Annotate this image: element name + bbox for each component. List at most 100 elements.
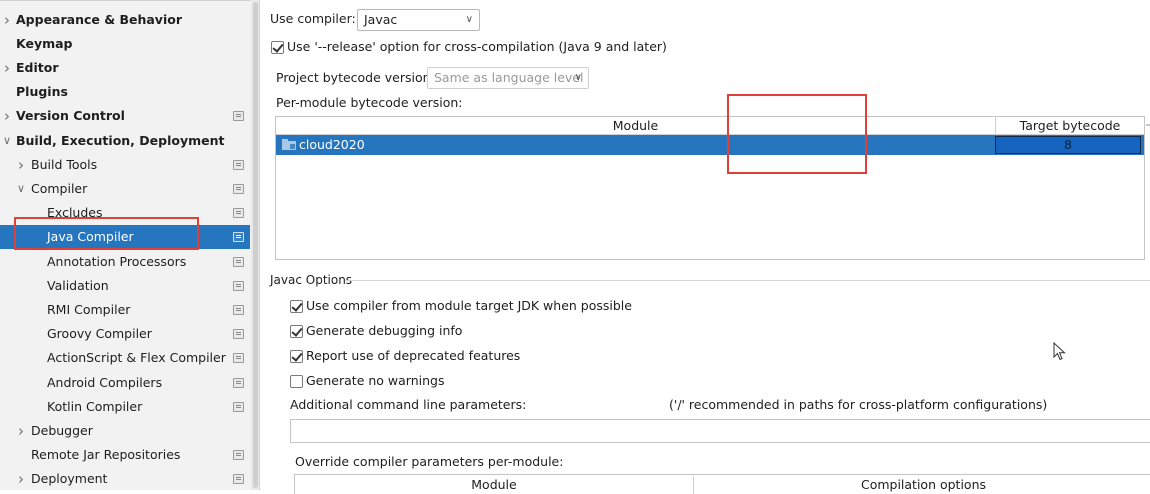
override-column-header-options[interactable]: Compilation options — [693, 476, 1150, 494]
sidebar-item-compiler[interactable]: ∨ Compiler — [0, 177, 250, 201]
sidebar-scrollbar[interactable] — [251, 0, 259, 490]
mouse-pointer-icon — [1053, 342, 1066, 361]
sidebar-item-annotation-processors[interactable]: Annotation Processors — [0, 250, 250, 274]
project-bytecode-label: Project bytecode version: — [276, 70, 435, 85]
module-name-cell[interactable]: cloud2020 — [299, 135, 365, 155]
java-compiler-settings-panel: Use compiler: Javac ∨ Use '--release' op… — [261, 0, 1150, 494]
javac-options-title: Javac Options — [270, 273, 353, 287]
project-scope-icon — [233, 256, 244, 267]
chevron-down-icon[interactable]: ∨ — [2, 129, 12, 153]
chevron-right-icon[interactable]: › — [16, 153, 26, 177]
project-scope-icon — [233, 183, 244, 194]
additional-params-label: Additional command line parameters: — [290, 397, 527, 412]
project-scope-icon — [233, 111, 244, 122]
sidebar-item-label: Debugger — [31, 422, 93, 438]
project-scope-icon — [233, 329, 244, 340]
chevron-right-icon[interactable]: › — [2, 56, 12, 80]
override-column-header-module[interactable]: Module — [295, 476, 693, 494]
sidebar-item-label: Appearance & Behavior — [16, 11, 182, 27]
chevron-right-icon[interactable]: › — [16, 419, 26, 443]
project-scope-icon — [233, 280, 244, 291]
sidebar-item-editor[interactable]: › Editor — [0, 56, 250, 80]
sidebar-item-build-tools[interactable]: › Build Tools — [0, 153, 250, 177]
sidebar-top-border — [0, 0, 250, 1]
generate-no-warnings-checkbox[interactable] — [290, 375, 303, 388]
sidebar-item-label: Remote Jar Repositories — [31, 447, 181, 463]
highlight-box-java-compiler — [14, 217, 199, 250]
additional-params-input[interactable] — [290, 419, 1150, 443]
chevron-down-icon: ∨ — [574, 72, 582, 83]
project-bytecode-value: Same as language level — [434, 70, 584, 85]
project-scope-icon — [233, 159, 244, 170]
project-scope-icon — [233, 377, 244, 388]
use-compiler-value: Javac — [364, 12, 398, 27]
report-deprecated-label: Report use of deprecated features — [306, 348, 521, 363]
additional-params-hint: ('/' recommended in paths for cross-plat… — [669, 397, 1048, 412]
column-header-target-bytecode[interactable]: Target bytecode version — [995, 117, 1144, 150]
sidebar-item-validation[interactable]: Validation — [0, 274, 250, 298]
sidebar-item-label: Annotation Processors — [47, 253, 187, 269]
generate-no-warnings-label: Generate no warnings — [306, 373, 445, 388]
chevron-down-icon[interactable]: ∨ — [16, 177, 26, 201]
sidebar-item-keymap[interactable]: Keymap — [0, 32, 250, 56]
table-edge-marker — [1146, 124, 1150, 126]
generate-debugging-info-label: Generate debugging info — [306, 323, 463, 338]
sidebar-item-remote-jar-repositories[interactable]: Remote Jar Repositories — [0, 443, 250, 467]
table-row[interactable]: cloud2020 8 — [276, 135, 1144, 155]
sidebar-item-groovy-compiler[interactable]: Groovy Compiler — [0, 322, 250, 346]
project-scope-icon — [233, 353, 244, 364]
sidebar-item-actionscript-flex-compiler[interactable]: ActionScript & Flex Compiler — [0, 346, 250, 370]
highlight-box-target-bytecode — [727, 94, 867, 174]
sidebar-item-build-execution-deployment[interactable]: ∨ Build, Execution, Deployment — [0, 129, 250, 153]
per-module-bytecode-table[interactable]: Module Target bytecode version cloud2020… — [275, 116, 1145, 260]
project-scope-icon — [233, 208, 244, 219]
sidebar-item-label: Build Tools — [31, 156, 98, 172]
sidebar-scrollbar-thumb[interactable] — [253, 2, 258, 488]
sidebar-item-label: Kotlin Compiler — [47, 398, 143, 414]
javac-options-separator — [345, 280, 1150, 281]
sidebar-item-appearance-behavior[interactable]: › Appearance & Behavior — [0, 8, 250, 32]
sidebar-item-label: Editor — [16, 59, 59, 75]
project-scope-icon — [233, 474, 244, 485]
use-module-jdk-checkbox[interactable] — [290, 300, 303, 313]
sidebar-item-label: Keymap — [16, 35, 73, 51]
override-params-label: Override compiler parameters per-module: — [295, 454, 564, 469]
project-scope-icon — [233, 232, 244, 243]
sidebar-item-label: Plugins — [16, 84, 68, 100]
release-option-checkbox[interactable] — [271, 41, 284, 54]
sidebar-item-label: Android Compilers — [47, 374, 163, 390]
sidebar-item-label: RMI Compiler — [47, 301, 131, 317]
chevron-right-icon[interactable]: › — [2, 104, 12, 128]
module-folder-icon — [282, 139, 296, 150]
sidebar-item-label: ActionScript & Flex Compiler — [47, 350, 226, 366]
override-params-table[interactable]: Module Compilation options — [294, 474, 1150, 494]
project-scope-icon — [233, 401, 244, 412]
chevron-right-icon[interactable]: › — [16, 467, 26, 490]
sidebar-item-label: Groovy Compiler — [47, 326, 152, 342]
sidebar-item-kotlin-compiler[interactable]: Kotlin Compiler — [0, 395, 250, 419]
column-header-module[interactable]: Module — [276, 117, 995, 135]
generate-debugging-info-checkbox[interactable] — [290, 325, 303, 338]
use-compiler-label: Use compiler: — [270, 11, 356, 26]
report-deprecated-checkbox[interactable] — [290, 350, 303, 363]
release-option-label: Use '--release' option for cross-compila… — [287, 39, 667, 54]
sidebar-item-plugins[interactable]: Plugins — [0, 80, 250, 104]
sidebar-item-debugger[interactable]: › Debugger — [0, 419, 250, 443]
use-module-jdk-label: Use compiler from module target JDK when… — [306, 298, 632, 313]
use-compiler-dropdown[interactable]: Javac ∨ — [357, 9, 480, 31]
sidebar-item-version-control[interactable]: › Version Control — [0, 104, 250, 128]
chevron-right-icon[interactable]: › — [2, 8, 12, 32]
sidebar-item-label: Deployment — [31, 471, 108, 487]
project-scope-icon — [233, 450, 244, 461]
sidebar-item-label: Validation — [47, 277, 109, 293]
target-bytecode-cell[interactable]: 8 — [995, 136, 1141, 154]
per-module-bytecode-label: Per-module bytecode version: — [276, 95, 463, 110]
sidebar-item-label: Build, Execution, Deployment — [16, 132, 225, 148]
sidebar-item-deployment[interactable]: › Deployment — [0, 467, 250, 490]
sidebar-item-android-compilers[interactable]: Android Compilers — [0, 371, 250, 395]
sidebar-item-label: Version Control — [16, 108, 125, 124]
project-scope-icon — [233, 304, 244, 315]
sidebar-item-rmi-compiler[interactable]: RMI Compiler — [0, 298, 250, 322]
sidebar-item-label: Compiler — [31, 180, 88, 196]
project-bytecode-dropdown[interactable]: Same as language level ∨ — [427, 67, 589, 89]
